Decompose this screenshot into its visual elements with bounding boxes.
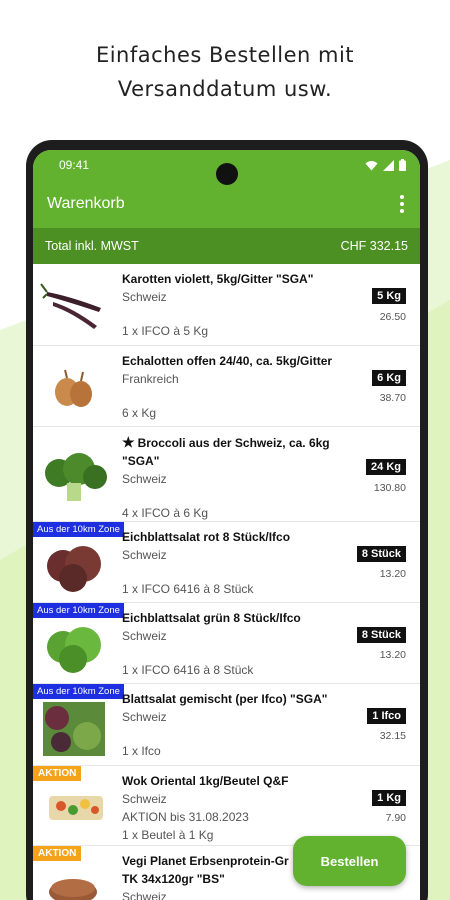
item-price: 26.50 [379,311,406,323]
camera-cutout [216,163,238,185]
item-name: Wok Oriental 1kg/Beutel Q&F [122,774,289,788]
item-promo: AKTION bis 31.08.2023 [122,810,249,824]
total-label: Total inkl. MWST [45,239,139,253]
aktion-badge: AKTION [33,766,82,781]
item-name-text: Broccoli aus der Schweiz, ca. 6kg "SGA" [122,436,330,468]
product-image [47,546,101,592]
product-image [43,702,105,756]
item-name: ★ Broccoli aus der Schweiz, ca. 6kg "SGA" [122,433,360,470]
status-time: 09:41 [59,158,90,172]
list-item[interactable]: AKTION Wok Oriental 1kg/Beutel Q&F Schwe… [33,766,420,846]
product-image [40,283,101,329]
item-origin: Schweiz [122,890,167,900]
product-image [45,453,107,501]
headline-line2: Versanddatum usw. [117,77,333,101]
list-item[interactable]: Aus der 10km Zone Eichblattsalat rot 8 S… [33,522,420,603]
item-price: 38.70 [379,392,406,404]
item-price: 32.15 [379,730,406,742]
item-quantity: 1 x IFCO à 5 Kg [122,324,209,338]
item-quantity: 6 x Kg [122,406,157,420]
headline: Einfaches Bestellen mit Versanddatum usw… [0,38,450,106]
unit-badge: 5 Kg [372,288,406,304]
unit-badge: 24 Kg [366,459,406,475]
item-name: Eichblattsalat grün 8 Stück/Ifco [122,611,301,625]
app-bar: Warenkorb [33,180,420,228]
item-origin: Schweiz [122,792,167,806]
item-origin: Schweiz [122,472,167,486]
unit-badge: 6 Kg [372,370,406,386]
item-price: 13.20 [379,568,406,580]
item-price: 13.20 [379,649,406,661]
item-origin: Schweiz [122,629,167,643]
item-quantity: 4 x IFCO à 6 Kg [122,506,209,520]
headline-line1: Einfaches Bestellen mit [95,43,355,67]
item-name: Eichblattsalat rot 8 Stück/Ifco [122,530,291,544]
zone-badge: Aus der 10km Zone [33,522,124,537]
unit-badge: 1 Kg [372,790,406,806]
total-value: CHF 332.15 [340,239,408,253]
item-quantity: 1 x IFCO 6416 à 8 Stück [122,582,254,596]
item-origin: Schweiz [122,548,167,562]
item-origin: Frankreich [122,372,179,386]
unit-badge: 8 Stück [356,546,406,562]
list-item[interactable]: Aus der 10km Zone Blattsalat gemischt (p… [33,684,420,766]
order-button[interactable]: Bestellen [293,836,406,886]
favorite-star-icon: ★ [122,434,135,450]
product-image [49,796,103,820]
product-image [49,879,97,900]
item-quantity: 1 x IFCO 6416 à 8 Stück [122,663,254,677]
item-origin: Schweiz [122,710,167,724]
item-quantity: 1 x Ifco [122,744,161,758]
signal-icon [383,159,394,171]
unit-badge: 1 Ifco [367,708,406,724]
zone-badge: Aus der 10km Zone [33,603,124,618]
item-name: Karotten violett, 5kg/Gitter "SGA" [122,272,314,286]
list-item[interactable]: Aus der 10km Zone Eichblattsalat grün 8 … [33,603,420,684]
item-name: Blattsalat gemischt (per Ifco) "SGA" [122,692,328,706]
item-price: 130.80 [373,482,406,494]
list-item[interactable]: Karotten violett, 5kg/Gitter "SGA" Schwe… [33,264,420,346]
aktion-badge: AKTION [33,846,82,861]
item-origin: Schweiz [122,290,167,304]
product-image [47,627,101,673]
unit-badge: 8 Stück [356,627,406,643]
app-bar-title: Warenkorb [47,195,125,212]
item-price: 7.90 [385,812,406,824]
phone-screen: 09:41 Warenkorb Total inkl. MWST CHF 332… [33,150,420,900]
list-item[interactable]: Echalotten offen 24/40, ca. 5kg/Gitter F… [33,346,420,427]
zone-badge: Aus der 10km Zone [33,684,124,699]
battery-icon [399,159,406,171]
more-vert-icon[interactable] [396,191,408,217]
total-bar: Total inkl. MWST CHF 332.15 [33,228,420,264]
wifi-icon [365,160,378,170]
list-item[interactable]: ★ Broccoli aus der Schweiz, ca. 6kg "SGA"… [33,427,420,522]
cart-list: Karotten violett, 5kg/Gitter "SGA" Schwe… [33,264,420,900]
item-name: Echalotten offen 24/40, ca. 5kg/Gitter [122,354,333,368]
product-image [55,369,92,407]
